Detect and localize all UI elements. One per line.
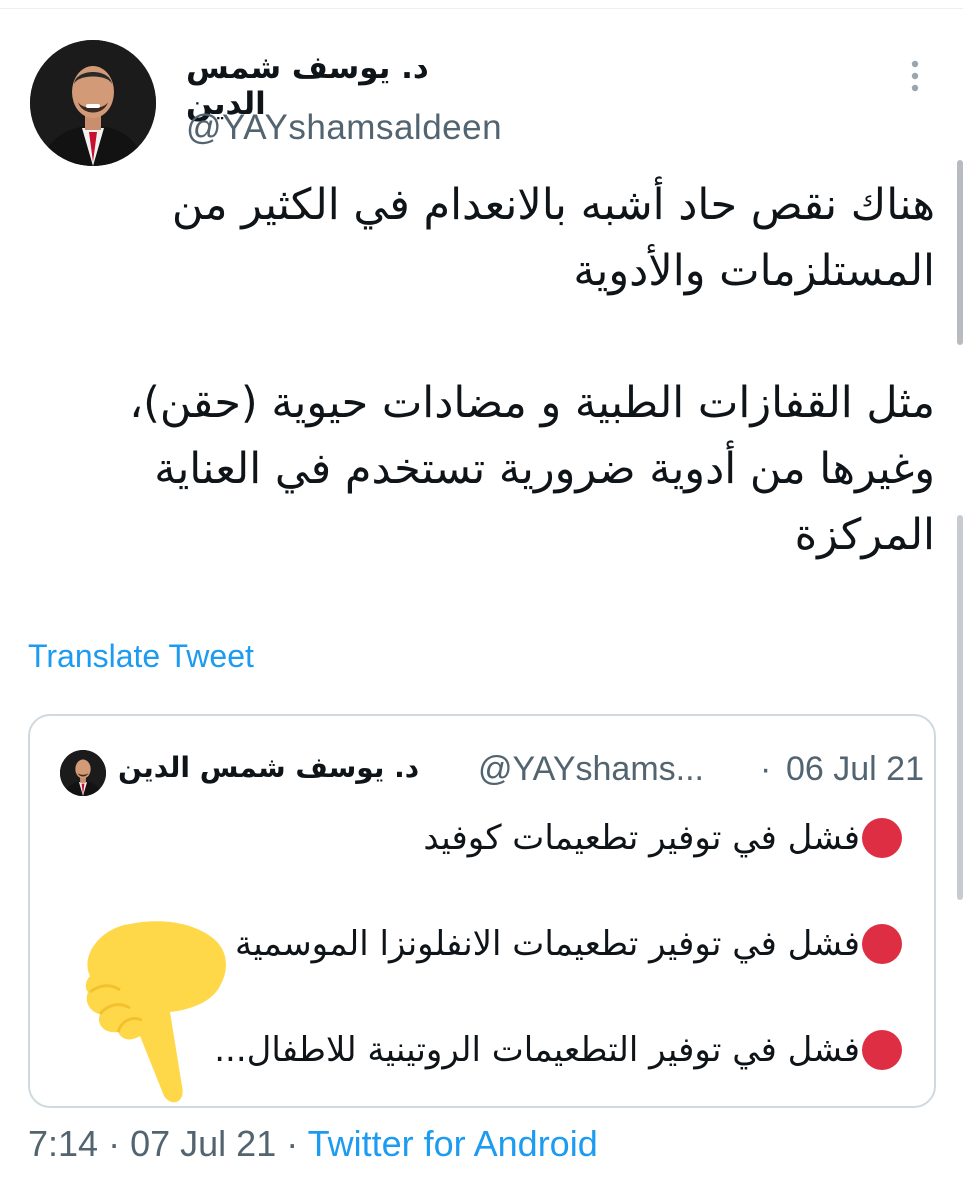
quoted-tweet-header: د. يوسف شمس الدين @YAYshams... · 06 Jul … — [60, 748, 924, 796]
list-item: فشل في توفير تطعيمات الانفلونزا الموسمية — [235, 914, 902, 974]
author-avatar-image — [30, 40, 156, 166]
red-circle-icon — [862, 1030, 902, 1070]
scrollbar-thumb-upper[interactable] — [957, 160, 963, 345]
list-item-text: فشل في توفير التطعيمات الروتينية للاطفال… — [214, 1030, 860, 1070]
tweet-meta: 7:14 · 07 Jul 21 · Twitter for Android — [28, 1123, 598, 1165]
list-item-text: فشل في توفير تطعيمات كوفيد — [423, 818, 860, 858]
quoted-tweet-date: 06 Jul 21 — [786, 750, 924, 788]
tweet-time: 7:14 — [28, 1123, 99, 1164]
translate-tweet-link[interactable]: Translate Tweet — [28, 638, 254, 675]
list-item-text: فشل في توفير تطعيمات الانفلونزا الموسمية — [235, 924, 860, 964]
author-avatar[interactable] — [30, 40, 156, 166]
list-item: فشل في توفير التطعيمات الروتينية للاطفال… — [214, 1020, 902, 1080]
scrollbar-thumb-lower[interactable] — [957, 515, 963, 900]
tweet-date: 07 Jul 21 — [130, 1123, 277, 1164]
quoted-author-avatar — [60, 750, 106, 796]
red-circle-icon — [862, 818, 902, 858]
meta-separator: · — [760, 750, 772, 788]
scrollbar[interactable] — [957, 0, 963, 1200]
vertical-ellipsis-icon[interactable] — [903, 58, 927, 94]
list-item: فشل في توفير تطعيمات كوفيد — [423, 808, 902, 868]
red-circle-icon — [862, 924, 902, 964]
tweet-paragraph: هناك نقص حاد أشبه بالانعدام في الكثير من… — [171, 180, 935, 296]
top-divider — [0, 8, 963, 9]
tweet-paragraph: مثل القفازات الطبية و مضادات حيوية (حقن)… — [129, 378, 935, 560]
author-handle[interactable]: @YAYshamsaldeen — [186, 108, 502, 148]
quoted-author-handle: @YAYshams... — [478, 750, 704, 788]
quoted-tweet-card[interactable]: د. يوسف شمس الدين @YAYshams... · 06 Jul … — [28, 714, 936, 1108]
tweet-text: هناك نقص حاد أشبه بالانعدام في الكثير من… — [28, 172, 935, 568]
tweet-source-link[interactable]: Twitter for Android — [308, 1123, 598, 1164]
meta-separator: · — [108, 1123, 121, 1164]
quoted-author-display-name: د. يوسف شمس الدين — [118, 751, 420, 784]
pointing-hand-icon — [70, 916, 240, 1106]
meta-separator: · — [286, 1123, 299, 1164]
